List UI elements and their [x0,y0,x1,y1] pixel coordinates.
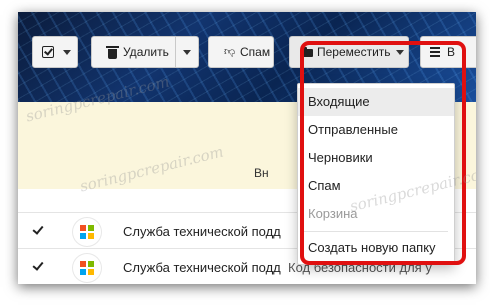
microsoft-logo-icon [80,225,94,239]
mail-window: Удалить 👎︎ Спам Переместить В Вн Служба … [18,12,476,284]
sender-avatar [73,218,101,246]
email-sender: Служба технической подд [123,260,281,275]
chevron-down-icon [63,49,71,55]
menu-item-trash: Корзина [308,206,358,221]
folder-icon [302,46,314,58]
microsoft-logo-icon [80,261,94,275]
menu-item-inbox[interactable]: Входящие [298,88,454,116]
delete-options-button[interactable] [175,36,199,68]
menu-item-drafts[interactable]: Черновики [298,144,454,172]
email-sender: Служба технической подд [123,224,281,239]
toolbar: Удалить 👎︎ Спам Переместить В [18,36,476,70]
delete-button[interactable]: Удалить [91,36,176,68]
menu-lines-icon [430,46,442,58]
chevron-down-icon [183,49,191,55]
move-folder-menu: Входящие Отправленные Черновики Спам Кор… [297,83,455,265]
checkbox-icon [42,46,54,58]
notice-text: Вн [254,166,269,180]
move-button-label: Переместить [317,45,391,59]
menu-divider [304,231,448,232]
select-all-button[interactable] [32,36,78,68]
chevron-down-icon [395,49,404,55]
more-button[interactable]: В [420,36,476,68]
row-checkbox[interactable] [32,261,44,273]
more-button-label: В [447,45,456,59]
trash-icon [106,46,119,59]
menu-item-sent[interactable]: Отправленные [298,116,454,144]
spam-button-label: Спам [240,45,271,59]
menu-item-spam[interactable]: Спам [298,172,454,200]
menu-item-create-folder[interactable]: Создать новую папку [298,234,454,262]
spam-button[interactable]: 👎︎ Спам [208,36,274,68]
row-checkbox[interactable] [32,225,44,237]
thumbs-down-icon: 👎︎ [224,46,236,58]
delete-button-label: Удалить [123,45,169,59]
move-button[interactable]: Переместить [289,36,409,68]
sender-avatar [73,254,101,282]
